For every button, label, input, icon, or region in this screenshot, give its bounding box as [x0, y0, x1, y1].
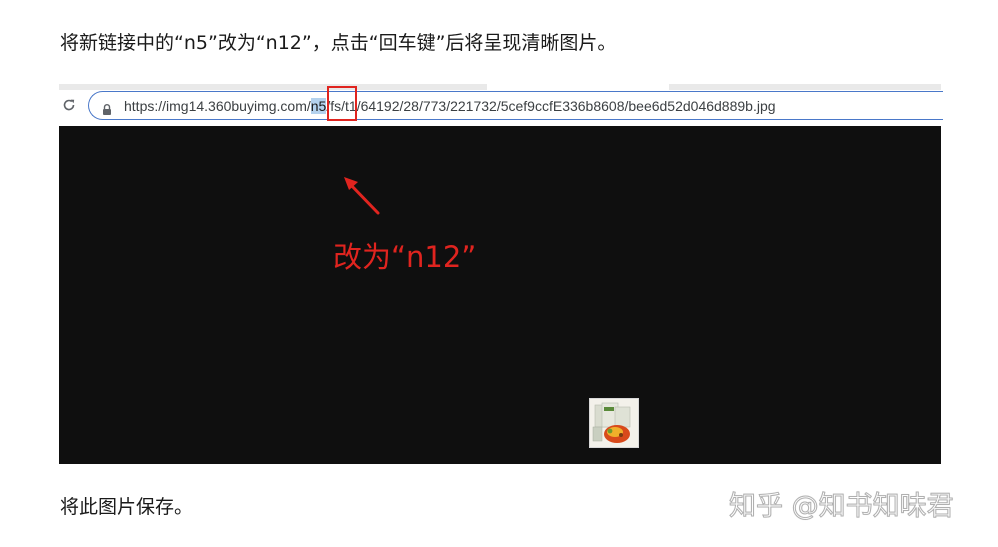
instruction-bottom: 将此图片保存。: [60, 496, 194, 518]
instruction-top: 将新链接中的“n5”改为“n12”，点击“回车键”后将呈现清晰图片。: [60, 32, 617, 54]
url-suffix: /fs/t1/64192/28/773/221732/5cef9ccfE336b…: [326, 98, 776, 114]
browser-screenshot: https://img14.360buyimg.com/n5/fs/t1/641…: [59, 84, 943, 464]
lock-icon: [102, 100, 112, 115]
watermark: 知乎 @知书知味君: [729, 491, 955, 523]
url-prefix: https://img14.360buyimg.com/: [124, 98, 311, 114]
highlight-box: [327, 86, 357, 121]
product-image: [589, 398, 639, 448]
annotation-arrow: [344, 177, 380, 215]
url-highlight: n5: [310, 98, 327, 114]
annotation-label: 改为“n12”: [333, 240, 477, 274]
tab-strip: [59, 84, 941, 90]
reload-icon[interactable]: [60, 96, 78, 114]
image-viewport: 改为“n12”: [59, 126, 941, 464]
url-text[interactable]: https://img14.360buyimg.com/n5/fs/t1/641…: [124, 98, 776, 114]
address-bar[interactable]: https://img14.360buyimg.com/n5/fs/t1/641…: [88, 91, 943, 120]
browser-toolbar: https://img14.360buyimg.com/n5/fs/t1/641…: [59, 84, 943, 126]
